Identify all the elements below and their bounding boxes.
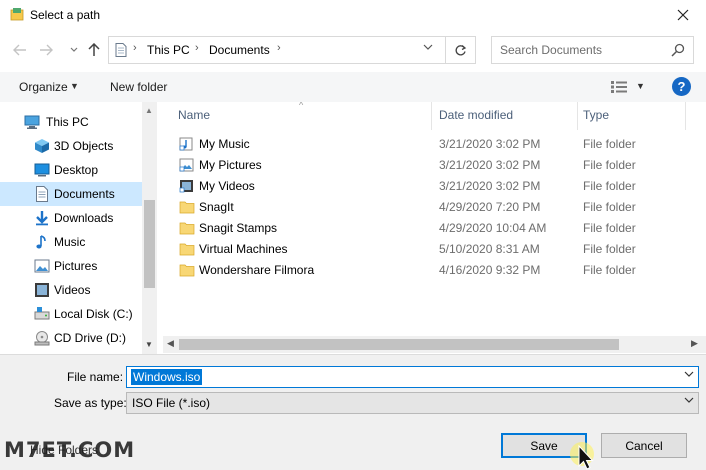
chevron-down-icon[interactable]: ▼ [70,81,79,91]
table-row[interactable]: Snagit Stamps 4/29/2020 10:04 AM File fo… [163,218,706,239]
table-row[interactable]: My Videos 3/21/2020 3:02 PM File folder [163,176,706,197]
file-name-value[interactable]: Windows.iso [131,369,203,385]
cancel-button[interactable]: Cancel [601,433,687,458]
sidebar-item-cd-drive[interactable]: CD Drive (D:) [0,326,142,350]
table-row[interactable]: Virtual Machines 5/10/2020 8:31 AM File … [163,239,706,260]
close-icon[interactable] [660,0,706,30]
address-dropdown-icon[interactable] [423,43,433,54]
file-name-input[interactable]: Windows.iso [126,366,699,388]
navigation-pane: This PC 3D Objects Desktop Documents Dow… [0,102,157,354]
app-icon [10,8,24,21]
sidebar-item-desktop[interactable]: Desktop [0,158,142,182]
command-bar: Organize ▼ New folder ▼ ? [0,72,706,102]
column-header-date[interactable]: Date modified [439,108,513,122]
sort-ascending-icon: ^ [299,102,304,110]
refresh-icon[interactable] [446,36,476,64]
folder-icon [179,264,195,277]
download-icon [36,211,48,226]
scroll-down-icon[interactable]: ▼ [145,340,153,349]
horizontal-scrollbar[interactable]: ◀ ▶ [163,336,706,353]
breadcrumb-this-pc[interactable]: This PC [147,43,190,57]
videos-shortcut-icon [179,180,193,193]
scroll-left-icon[interactable]: ◀ [167,338,174,349]
folder-icon [179,222,195,235]
sidebar-item-3d-objects[interactable]: 3D Objects [0,134,142,158]
new-folder-button[interactable]: New folder [110,80,167,94]
organize-button[interactable]: Organize [19,80,68,94]
sidebar-item-this-pc[interactable]: This PC [0,110,142,134]
table-row[interactable]: My Pictures 3/21/2020 3:02 PM File folde… [163,155,706,176]
help-button[interactable]: ? [672,77,691,96]
arrow-up-icon[interactable] [84,40,104,60]
arrow-right-icon[interactable] [36,40,56,60]
breadcrumb-separator: › [133,42,137,54]
sidebar-item-videos[interactable]: Videos [0,278,142,302]
column-divider[interactable] [431,102,432,130]
column-divider[interactable] [685,102,686,130]
videos-icon [35,283,49,297]
table-row[interactable]: My Music 3/21/2020 3:02 PM File folder [163,134,706,155]
scroll-up-icon[interactable]: ▲ [145,106,153,115]
mouse-cursor-icon [570,442,594,470]
sidebar-scrollbar[interactable]: ▲ ▼ [142,102,157,354]
view-options-icon[interactable] [610,80,628,94]
table-row[interactable]: SnagIt 4/29/2020 7:20 PM File folder [163,197,706,218]
folder-icon [179,243,195,256]
search-box[interactable] [491,36,694,64]
horizontal-scroll-thumb[interactable] [179,339,619,350]
chevron-down-icon[interactable] [684,396,694,407]
breadcrumb-separator: › [277,42,281,54]
desktop-icon [34,163,50,177]
chevron-down-icon[interactable] [684,370,694,381]
sidebar-item-pictures[interactable]: Pictures [0,254,142,278]
window-title: Select a path [30,8,101,22]
column-divider[interactable] [577,102,578,130]
breadcrumb-separator: › [195,42,199,54]
cd-drive-icon [34,331,50,346]
cube-icon [35,139,49,153]
sidebar-item-downloads[interactable]: Downloads [0,206,142,230]
save-as-type-select[interactable]: ISO File (*.iso) [126,392,699,414]
chevron-down-icon[interactable]: ▼ [636,81,645,91]
watermark: M7ET.COM [4,438,136,462]
column-header-type[interactable]: Type [583,108,609,122]
search-icon[interactable] [671,43,685,57]
search-input[interactable] [492,37,662,63]
disk-icon [34,307,50,320]
document-icon [115,43,127,57]
sidebar-item-music[interactable]: Music [0,230,142,254]
pictures-shortcut-icon [179,158,194,172]
file-list: ^ Name Date modified Type My Music 3/21/… [163,102,706,354]
save-as-type-label: Save as type: [54,396,127,410]
column-header-name[interactable]: Name [178,108,210,122]
sidebar-item-local-disk[interactable]: Local Disk (C:) [0,302,142,326]
arrow-left-icon[interactable] [10,40,30,60]
computer-icon [24,115,40,129]
document-icon [36,186,48,202]
breadcrumb-documents[interactable]: Documents [209,43,270,57]
sidebar-scroll-thumb[interactable] [144,200,155,288]
music-icon [36,235,46,249]
file-name-label: File name: [67,370,124,384]
chevron-down-icon[interactable] [64,40,84,60]
table-row[interactable]: Wondershare Filmora 4/16/2020 9:32 PM Fi… [163,260,706,281]
address-bar[interactable]: › This PC › Documents › [108,36,446,64]
save-as-type-value: ISO File (*.iso) [132,396,211,410]
pictures-icon [34,259,50,273]
title-bar: Select a path [0,0,706,30]
music-shortcut-icon [179,137,193,151]
navigation-bar: › This PC › Documents › [0,30,706,70]
sidebar-item-documents[interactable]: Documents [0,182,142,206]
folder-icon [179,201,195,214]
scroll-right-icon[interactable]: ▶ [691,338,698,349]
